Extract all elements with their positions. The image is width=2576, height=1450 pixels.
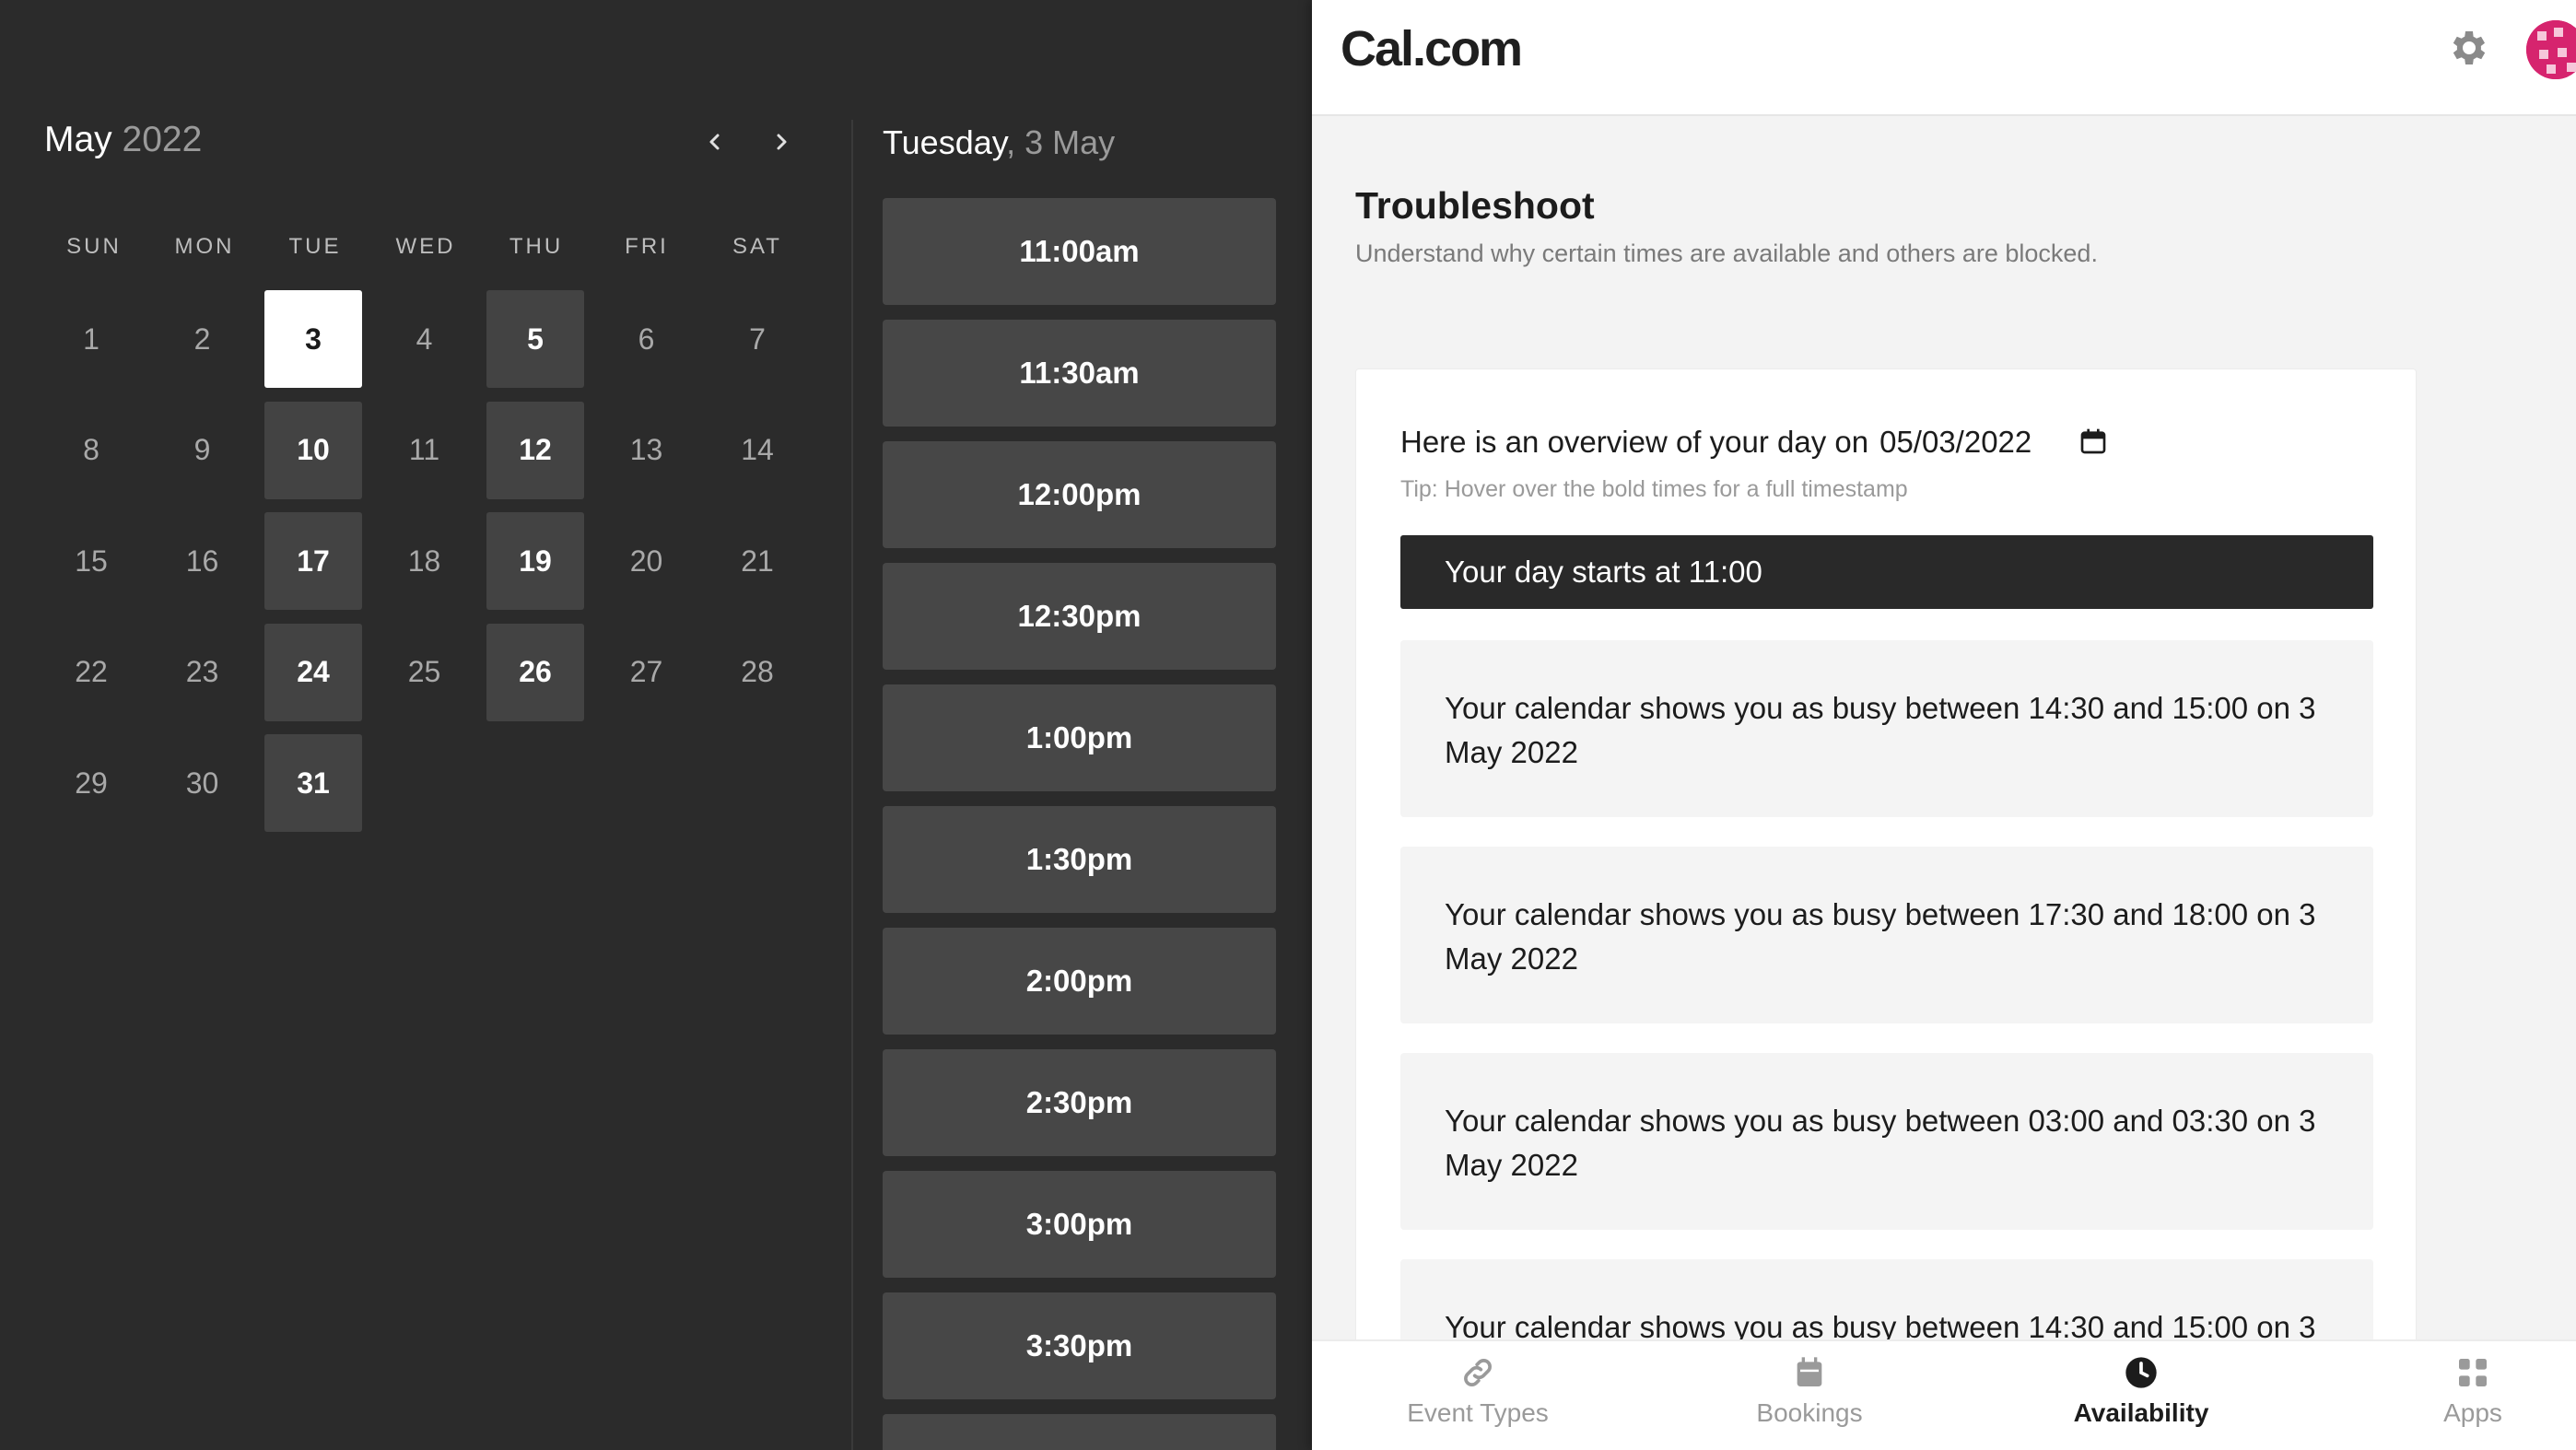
calendar-day[interactable]: 3 [264, 290, 362, 388]
weekday-label: TUE [288, 234, 342, 259]
time-slot-button[interactable]: 11:00am [883, 198, 1276, 305]
calendar-day: 25 [407, 655, 441, 688]
time-slot-button[interactable]: 3:30pm [883, 1292, 1276, 1399]
calendar-day: 27 [629, 655, 663, 688]
calendar-day: 15 [75, 544, 108, 578]
calendar-day: 4 [416, 322, 433, 356]
time-slot-button[interactable] [883, 1414, 1276, 1450]
gear-icon[interactable] [2447, 26, 2491, 70]
calendar-day: 11 [408, 433, 440, 466]
month-title: May 2022 [44, 120, 202, 160]
logo: Cal.com [1341, 21, 1523, 76]
booking-page: May 2022 SUN MON TUE WED THU FRI SAT 123456789… [0, 0, 1312, 1450]
troubleshoot-panel: Cal.com Troubleshoot Understand why cert… [1312, 0, 2576, 1450]
calendar-day[interactable]: 24 [264, 623, 362, 721]
calendar-day: 22 [75, 655, 108, 688]
calendar-day: 2 [193, 322, 211, 356]
weekday-label: MON [174, 234, 235, 259]
tip-text: Tip: Hover over the bold times for a ful… [1400, 476, 1908, 502]
calendar-day: 20 [629, 544, 663, 578]
busy-entry: Your calendar shows you as busy between … [1400, 640, 2373, 817]
time-slot-button[interactable]: 2:00pm [883, 928, 1276, 1035]
time-slot-button[interactable]: 1:00pm [883, 684, 1276, 791]
calendar-day: 30 [185, 766, 219, 800]
selected-date: , 3 May [1006, 123, 1116, 161]
weekday-label: SAT [732, 234, 782, 259]
calendar-day: 29 [75, 766, 108, 800]
nav-label: Event Types [1407, 1398, 1549, 1427]
chevron-right-icon [777, 134, 787, 150]
calendar-day: 14 [741, 433, 774, 466]
avatar[interactable] [2526, 20, 2576, 79]
time-slot-button[interactable]: 11:30am [883, 320, 1276, 427]
calendar-day: 6 [638, 322, 655, 356]
calendar-day: 8 [83, 433, 100, 466]
clock-icon [2125, 1357, 2157, 1388]
busy-entry: Your calendar shows you as busy between … [1400, 1053, 2373, 1230]
calendar-day: 13 [629, 433, 663, 466]
calendar-day[interactable]: 17 [264, 512, 362, 610]
calendar-day: 18 [407, 544, 441, 578]
calendar-icon[interactable] [2078, 427, 2108, 456]
nav-item-bookings[interactable]: Bookings [1671, 1341, 1948, 1450]
calendar-day[interactable]: 5 [486, 290, 584, 388]
calendar-day[interactable]: 10 [264, 401, 362, 499]
calendar-icon [1797, 1357, 1822, 1386]
calendar-day[interactable]: 12 [486, 401, 584, 499]
date-input[interactable]: 05/03/2022 [1879, 425, 2032, 460]
calendar-day: 1 [83, 322, 100, 356]
overview-row: Here is an overview of your day on 05/03… [1400, 425, 2032, 460]
chevron-left-icon [709, 134, 720, 150]
link-icon [1464, 1359, 1492, 1386]
overview-label: Here is an overview of your day on [1400, 425, 1869, 459]
calendar-day[interactable]: 31 [264, 734, 362, 832]
time-slot-button[interactable]: 1:30pm [883, 806, 1276, 913]
calendar-day: 28 [741, 655, 774, 688]
time-slot-button[interactable]: 3:00pm [883, 1171, 1276, 1278]
page-subtitle: Understand why certain times are availab… [1355, 240, 2098, 267]
nav-item-availability[interactable]: Availability [2003, 1341, 2279, 1450]
month-name: May [44, 120, 112, 159]
calendar-day: 21 [741, 544, 774, 578]
weekday-label: FRI [625, 234, 669, 259]
weekday-label: SUN [66, 234, 122, 259]
weekday-label: WED [395, 234, 456, 259]
calendar-day[interactable]: 19 [486, 512, 584, 610]
weekday-label: THU [509, 234, 564, 259]
nav-label: Availability [2073, 1398, 2209, 1427]
selected-weekday: Tuesday [883, 123, 1007, 161]
bottom-nav: Event Types Bookings Availability Apps [1312, 1339, 2576, 1450]
year: 2022 [122, 120, 203, 159]
calendar-day: 7 [749, 322, 766, 356]
nav-label: Apps [2443, 1398, 2502, 1427]
nav-label: Bookings [1756, 1398, 1863, 1427]
time-slot-button[interactable]: 2:30pm [883, 1049, 1276, 1156]
next-month-button[interactable] [761, 122, 802, 162]
top-bar: Cal.com [1312, 0, 2576, 116]
time-slot-button[interactable]: 12:00pm [883, 441, 1276, 548]
selected-day-title: Tuesday, 3 May [883, 123, 1115, 162]
day-start-bar: Your day starts at 11:00 [1400, 535, 2373, 609]
page-title: Troubleshoot [1355, 184, 1595, 227]
calendar-day[interactable]: 26 [486, 623, 584, 721]
nav-item-apps[interactable]: Apps [2335, 1341, 2576, 1450]
busy-entry: Your calendar shows you as busy between … [1400, 847, 2373, 1023]
calendar-day: 23 [185, 655, 219, 688]
grid-icon [2459, 1359, 2487, 1386]
time-slot-button[interactable]: 12:30pm [883, 563, 1276, 670]
prev-month-button[interactable] [695, 122, 735, 162]
calendar-day: 16 [185, 544, 219, 578]
nav-item-event-types[interactable]: Event Types [1340, 1341, 1616, 1450]
calendar-day: 9 [193, 433, 211, 466]
overview-card: Here is an overview of your day on 05/03… [1355, 368, 2417, 1450]
divider [851, 120, 853, 1450]
